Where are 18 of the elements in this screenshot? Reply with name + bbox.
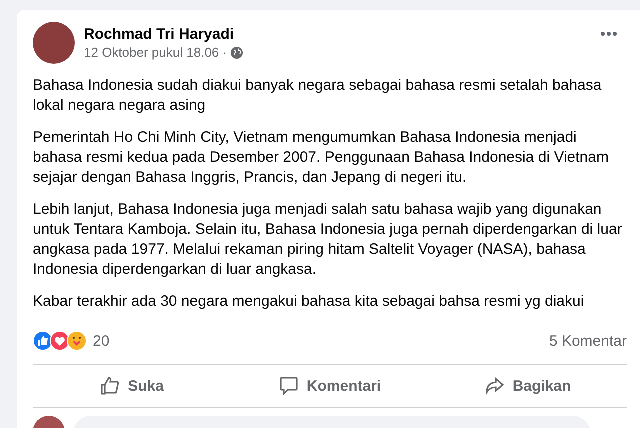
- speech-bubble-icon: [278, 376, 299, 396]
- comment-count[interactable]: 5 Komentar: [549, 332, 627, 350]
- thumbs-up-icon: [100, 376, 120, 396]
- post-timestamp[interactable]: 12 Oktober pukul 18.06 ·: [84, 45, 228, 60]
- share-arrow-icon: [484, 376, 505, 396]
- like-button[interactable]: Suka: [33, 365, 231, 407]
- post-paragraph: Lebih lanjut, Bahasa Indonesia juga menjadi salah satu bahasa wajib yang digunakan untuk Tentara Kamboja. Selain itu, Bahasa Indonesia juga pernah diperdengarkan di luar angkasa pada 1977. Melalui rekaman piring hitam Saltelit Voyager (NASA), bahasa Indonesia diperdengarkan di luar angkasa.: [33, 200, 624, 280]
- more-options-icon[interactable]: [601, 32, 617, 36]
- share-button[interactable]: Bagikan: [429, 365, 627, 407]
- comment-button[interactable]: Komentari: [231, 365, 429, 407]
- post-paragraph: Kabar terakhir ada 30 negara mengakui bahasa kita sebagai bahsa resmi yg diakui: [33, 292, 586, 312]
- hugging-face-reaction-icon[interactable]: [67, 331, 87, 351]
- post-paragraph: Pemerintah Ho Chi Minh City, Vietnam mengumumkan Bahasa Indonesia menjadi bahasa resmi kedua pada Desember 2007. Penggunaan Bahasa Indonesia di Vietnam sejajar dengan Bahasa Inggris, Prancis, dan Jepang di negeri itu.: [33, 128, 610, 188]
- globe-icon: [231, 46, 244, 58]
- post-paragraph: Bahasa Indonesia sudah diakui banyak negara sebagai bahasa resmi setalah bahasa lokal negara negara asing: [33, 76, 603, 116]
- reaction-count[interactable]: 20: [93, 332, 550, 350]
- avatar[interactable]: [33, 22, 75, 64]
- author-name[interactable]: Rochmad Tri Haryadi: [84, 26, 592, 43]
